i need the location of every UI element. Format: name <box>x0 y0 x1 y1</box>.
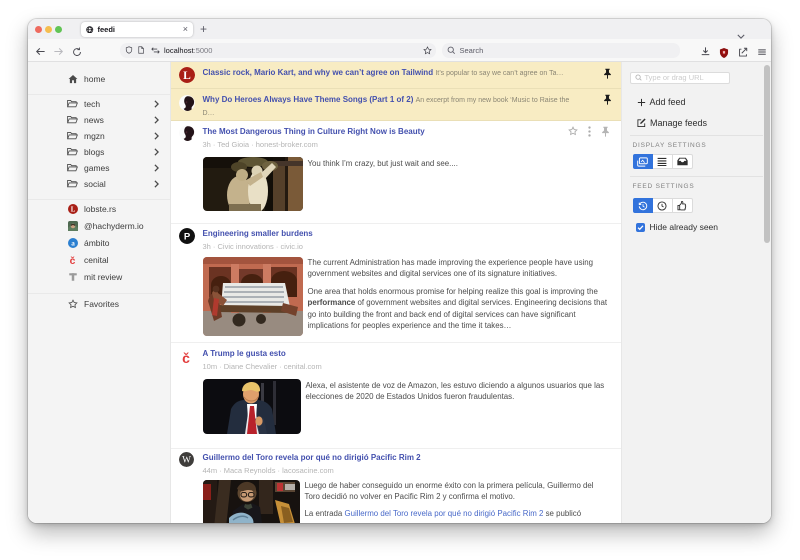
svg-text:č: č <box>70 256 76 266</box>
svg-text:L: L <box>70 206 75 213</box>
svg-text:W: W <box>182 455 191 465</box>
svg-text:č: č <box>182 350 190 365</box>
svg-text:P: P <box>183 231 190 242</box>
svg-text:a: a <box>71 239 75 247</box>
svg-text:L: L <box>183 70 191 82</box>
